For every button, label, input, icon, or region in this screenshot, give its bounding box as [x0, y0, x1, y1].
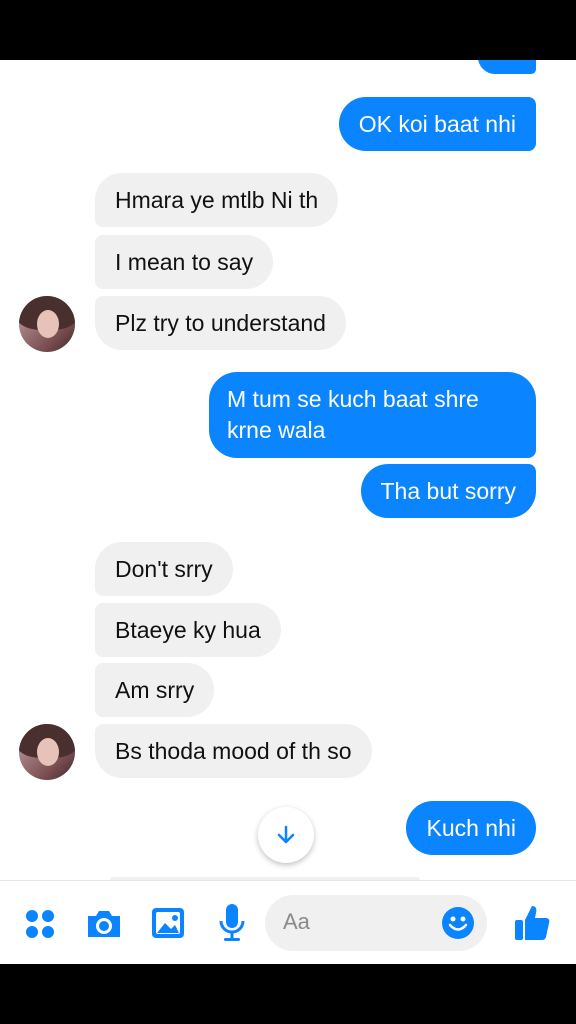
- message-bubble-partial: [478, 60, 536, 74]
- message-bubble-incoming[interactable]: Don't srry: [95, 542, 233, 596]
- microphone-icon: [219, 904, 245, 941]
- message-bubble-outgoing[interactable]: M tum se kuch baat shre krne wala: [209, 372, 536, 458]
- like-icon: [515, 906, 550, 940]
- voice-button[interactable]: [215, 902, 249, 944]
- camera-button[interactable]: [84, 905, 124, 943]
- message-bubble-incoming[interactable]: I mean to say: [95, 235, 274, 289]
- arrow-down-icon: [277, 825, 295, 844]
- message-bubble-outgoing[interactable]: OK koi baat nhi: [338, 97, 536, 151]
- gallery-icon: [152, 908, 184, 938]
- apps-button[interactable]: [22, 906, 58, 942]
- contact-avatar[interactable]: [19, 296, 75, 352]
- gallery-button[interactable]: [150, 905, 186, 941]
- camera-icon: [88, 911, 120, 937]
- scroll-to-bottom-button[interactable]: [258, 807, 314, 863]
- contact-avatar[interactable]: [19, 724, 75, 780]
- emoji-button[interactable]: [441, 906, 475, 940]
- message-bubble-incoming[interactable]: Hmara ye mtlb Ni th: [95, 173, 339, 227]
- message-bubble-outgoing[interactable]: Kuch nhi: [406, 801, 536, 855]
- message-input-placeholder: Aa: [283, 909, 310, 934]
- apps-icon: [26, 910, 54, 938]
- message-composer: Aa: [0, 880, 576, 964]
- emoji-icon: [442, 907, 474, 939]
- message-bubble-outgoing[interactable]: Tha but sorry: [360, 464, 536, 518]
- navigation-bar: [0, 964, 576, 1024]
- status-bar: [0, 0, 576, 60]
- chat-screen: OK koi baat nhi Hmara ye mtlb Ni th I me…: [0, 60, 576, 964]
- message-bubble-incoming[interactable]: Btaeye ky hua: [95, 603, 281, 657]
- message-bubble-incoming[interactable]: Plz try to understand: [95, 296, 346, 350]
- message-bubble-incoming[interactable]: Bs thoda mood of th so: [95, 724, 372, 778]
- message-bubble-incoming[interactable]: Am srry: [95, 663, 215, 717]
- like-button[interactable]: [512, 903, 552, 943]
- message-input[interactable]: Aa: [265, 895, 487, 951]
